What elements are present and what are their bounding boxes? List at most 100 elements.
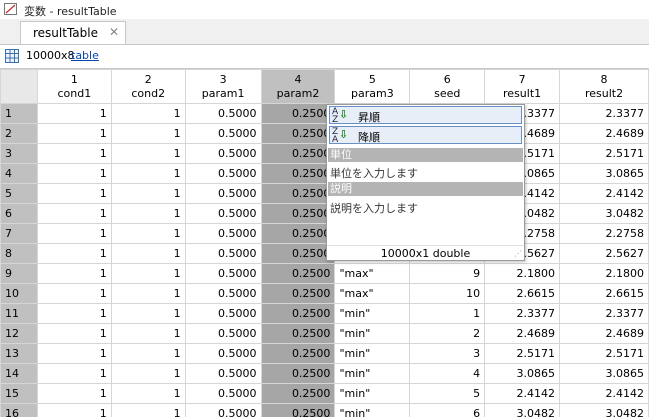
table-cell[interactable]: "max" — [335, 264, 410, 284]
table-cell[interactable]: "max" — [335, 284, 410, 304]
table-cell[interactable]: 0.2500 — [261, 264, 335, 284]
table-cell[interactable]: 1 — [37, 404, 111, 417]
table-cell[interactable]: 3.0482 — [560, 204, 649, 224]
units-input[interactable]: 単位を入力します — [330, 165, 418, 181]
table-cell[interactable]: "min" — [335, 324, 410, 344]
table-cell[interactable]: 2.4142 — [485, 384, 560, 404]
column-header-param1[interactable]: 3param1 — [185, 70, 261, 104]
table-cell[interactable]: 2.3377 — [485, 304, 560, 324]
column-header-param2[interactable]: 4param2 — [261, 70, 335, 104]
table-cell[interactable]: 0.2500 — [261, 144, 335, 164]
table-cell[interactable]: 3.0865 — [485, 364, 560, 384]
table-cell[interactable]: 0.5000 — [185, 284, 261, 304]
table-cell[interactable]: 0.2500 — [261, 204, 335, 224]
row-header[interactable]: 12 — [1, 324, 38, 344]
table-cell[interactable]: 2 — [410, 324, 485, 344]
table-cell[interactable]: 1 — [37, 104, 111, 124]
row-header[interactable]: 6 — [1, 204, 38, 224]
table-cell[interactable]: 4 — [410, 364, 485, 384]
table-cell[interactable]: 1 — [37, 164, 111, 184]
table-cell[interactable]: 1 — [37, 384, 111, 404]
description-input[interactable]: 説明を入力します — [330, 200, 418, 216]
table-cell[interactable]: 1 — [111, 404, 185, 417]
table-cell[interactable]: 1 — [410, 304, 485, 324]
table-cell[interactable]: 1 — [111, 164, 185, 184]
row-header[interactable]: 1 — [1, 104, 38, 124]
column-header-cond2[interactable]: 2cond2 — [111, 70, 185, 104]
table-cell[interactable]: 1 — [111, 284, 185, 304]
table-cell[interactable]: 1 — [37, 204, 111, 224]
table-cell[interactable]: 0.5000 — [185, 124, 261, 144]
table-cell[interactable]: 0.2500 — [261, 364, 335, 384]
table-cell[interactable]: 0.5000 — [185, 144, 261, 164]
table-cell[interactable]: 2.4689 — [560, 324, 649, 344]
table-cell[interactable]: 0.5000 — [185, 264, 261, 284]
table-cell[interactable]: 2.3377 — [560, 104, 649, 124]
table-cell[interactable]: 2.5171 — [560, 144, 649, 164]
table-cell[interactable]: 5 — [410, 384, 485, 404]
row-header[interactable]: 16 — [1, 404, 38, 417]
row-header[interactable]: 10 — [1, 284, 38, 304]
table-cell[interactable]: 0.2500 — [261, 284, 335, 304]
table-cell[interactable]: 1 — [111, 324, 185, 344]
table-cell[interactable]: 1 — [37, 184, 111, 204]
table-cell[interactable]: 1 — [37, 144, 111, 164]
table-cell[interactable]: 3.0482 — [485, 404, 560, 417]
table-cell[interactable]: 0.5000 — [185, 164, 261, 184]
table-cell[interactable]: 1 — [111, 264, 185, 284]
row-header[interactable]: 9 — [1, 264, 38, 284]
row-header[interactable]: 7 — [1, 224, 38, 244]
table-cell[interactable]: 2.5627 — [560, 244, 649, 264]
column-header-result2[interactable]: 8result2 — [560, 70, 649, 104]
tab-resulttable[interactable]: resultTable ✕ — [20, 21, 126, 44]
column-header-seed[interactable]: 6seed — [410, 70, 485, 104]
row-header[interactable]: 11 — [1, 304, 38, 324]
table-cell[interactable]: 1 — [37, 324, 111, 344]
table-cell[interactable]: 2.3377 — [560, 304, 649, 324]
table-cell[interactable]: 1 — [111, 184, 185, 204]
table-cell[interactable]: 2.5171 — [485, 344, 560, 364]
table-cell[interactable]: 0.5000 — [185, 204, 261, 224]
table-cell[interactable]: 0.2500 — [261, 184, 335, 204]
table-cell[interactable]: 2.4142 — [560, 184, 649, 204]
table-cell[interactable]: 0.5000 — [185, 364, 261, 384]
row-header[interactable]: 14 — [1, 364, 38, 384]
table-cell[interactable]: 10 — [410, 284, 485, 304]
table-cell[interactable]: 1 — [111, 244, 185, 264]
table-cell[interactable]: 0.2500 — [261, 404, 335, 417]
table-cell[interactable]: 9 — [410, 264, 485, 284]
sort-descending-item[interactable]: ZA ⇩ 降順 — [329, 126, 522, 144]
table-cell[interactable]: 3.0482 — [560, 404, 649, 417]
table-cell[interactable]: 3.0865 — [560, 164, 649, 184]
table-cell[interactable]: 1 — [37, 244, 111, 264]
variable-type-link[interactable]: table — [71, 49, 99, 62]
table-cell[interactable]: 0.5000 — [185, 344, 261, 364]
table-cell[interactable]: 2.4142 — [560, 384, 649, 404]
table-cell[interactable]: 2.4689 — [485, 324, 560, 344]
table-cell[interactable]: "min" — [335, 344, 410, 364]
table-cell[interactable]: 1 — [37, 344, 111, 364]
table-cell[interactable]: 1 — [111, 304, 185, 324]
table-cell[interactable]: 1 — [111, 384, 185, 404]
table-cell[interactable]: "min" — [335, 364, 410, 384]
table-cell[interactable]: 1 — [37, 364, 111, 384]
table-cell[interactable]: 0.5000 — [185, 104, 261, 124]
table-cell[interactable]: 0.2500 — [261, 384, 335, 404]
table-cell[interactable]: 1 — [37, 264, 111, 284]
table-cell[interactable]: 1 — [37, 224, 111, 244]
table-cell[interactable]: 2.6615 — [560, 284, 649, 304]
row-header[interactable]: 5 — [1, 184, 38, 204]
row-header[interactable]: 4 — [1, 164, 38, 184]
table-cell[interactable]: "min" — [335, 384, 410, 404]
table-cell[interactable]: 0.5000 — [185, 384, 261, 404]
table-cell[interactable]: 1 — [111, 104, 185, 124]
table-cell[interactable]: "min" — [335, 304, 410, 324]
row-header[interactable]: 8 — [1, 244, 38, 264]
table-cell[interactable]: 1 — [111, 364, 185, 384]
row-header[interactable]: 13 — [1, 344, 38, 364]
table-cell[interactable]: 0.2500 — [261, 244, 335, 264]
table-cell[interactable]: 0.5000 — [185, 244, 261, 264]
table-cell[interactable]: 0.5000 — [185, 224, 261, 244]
table-cell[interactable]: 0.5000 — [185, 324, 261, 344]
table-cell[interactable]: 0.2500 — [261, 324, 335, 344]
